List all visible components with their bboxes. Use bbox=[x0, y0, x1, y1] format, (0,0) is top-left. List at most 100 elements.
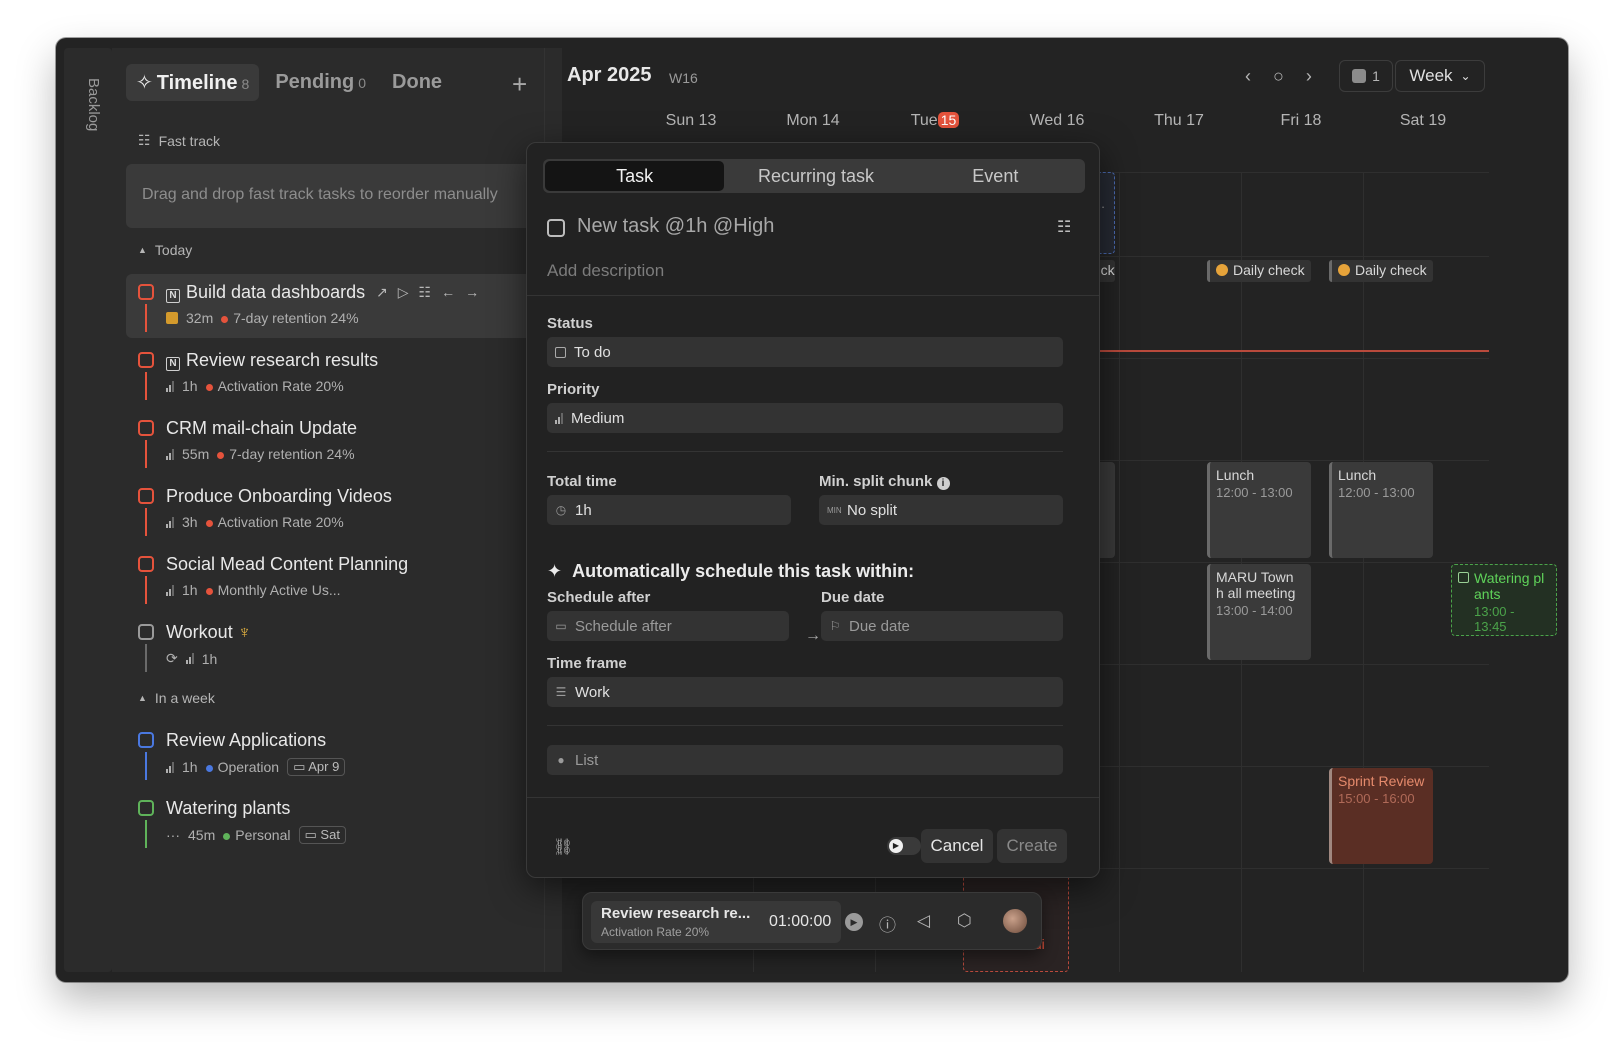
tab-event[interactable]: Event bbox=[906, 159, 1085, 193]
cancel-button[interactable]: Cancel bbox=[921, 829, 993, 863]
create-button[interactable]: Create bbox=[997, 829, 1067, 863]
chevron-right-icon[interactable]: › bbox=[1306, 66, 1312, 87]
add-task-button[interactable]: + bbox=[512, 71, 527, 97]
task-checkbox[interactable] bbox=[138, 352, 154, 368]
task-row-actions: ↗ ▷ ☷ ← → bbox=[376, 284, 479, 301]
group-week-header[interactable]: ▲ In a week bbox=[138, 690, 215, 706]
link-icon[interactable]: ⛓ bbox=[553, 837, 573, 857]
schedule-chip[interactable]: ▭ Sat bbox=[298, 826, 346, 844]
task-tag: Personal bbox=[223, 827, 291, 843]
task-item[interactable]: Workout ♆ ⟳ 1h bbox=[126, 614, 562, 678]
calendar-event[interactable]: MARU Town h all meeting 13:00 - 14:00 bbox=[1207, 564, 1311, 660]
event-title: Lunch bbox=[1338, 467, 1377, 483]
checklist-icon[interactable]: ☷ bbox=[1057, 217, 1071, 237]
time-frame-field[interactable]: ☰ Work bbox=[547, 677, 1063, 707]
min-split-field[interactable]: MIN No split bbox=[819, 495, 1063, 525]
task-rail bbox=[145, 440, 147, 468]
day-header: Wed 16 bbox=[1029, 112, 1085, 129]
backlog-rail[interactable]: Backlog bbox=[64, 48, 112, 972]
group-today-header[interactable]: ▲ Today bbox=[138, 242, 192, 258]
calendar-event[interactable]: Lunch 12:00 - 13:00 bbox=[1329, 462, 1433, 558]
task-meta: 3h Activation Rate 20% bbox=[166, 514, 344, 530]
info-icon[interactable]: i bbox=[936, 477, 950, 490]
chevron-left-icon[interactable]: ‹ bbox=[1245, 66, 1251, 87]
dot-icon: ● bbox=[557, 753, 565, 767]
task-rail bbox=[145, 304, 147, 332]
tab-pending[interactable]: Pending 0 bbox=[265, 65, 376, 100]
calendar-task-event[interactable]: Watering pl ants 13:00 - 13:45 bbox=[1451, 564, 1557, 636]
task-duration: 1h bbox=[182, 378, 198, 394]
tab-timeline[interactable]: ✧ Timeline 8 bbox=[126, 63, 260, 101]
list-field[interactable]: ● List bbox=[547, 745, 1063, 775]
tab-recurring-task[interactable]: Recurring task bbox=[726, 159, 905, 193]
active-timer[interactable]: Review research re... Activation Rate 20… bbox=[591, 901, 841, 943]
play-icon[interactable]: ▶ bbox=[845, 913, 863, 931]
status-field[interactable]: To do bbox=[547, 337, 1063, 367]
task-duration: 32m bbox=[186, 310, 214, 326]
tab-task[interactable]: Task bbox=[545, 161, 725, 191]
arrow-left-icon[interactable]: ← bbox=[441, 284, 455, 301]
caret-up-icon: ▲ bbox=[138, 693, 147, 703]
task-checkbox[interactable] bbox=[138, 800, 154, 816]
notion-icon: N bbox=[166, 357, 180, 371]
checklist-icon[interactable]: ☷ bbox=[419, 284, 432, 301]
task-item[interactable]: Social Mead Content Planning 1h Monthly … bbox=[126, 546, 562, 610]
task-checkbox[interactable] bbox=[547, 219, 565, 237]
priority-medium-icon bbox=[555, 412, 563, 424]
task-checkbox[interactable] bbox=[138, 624, 154, 640]
description-input[interactable]: Add description bbox=[547, 261, 664, 281]
due-date-field[interactable]: ⚐ Due date bbox=[821, 611, 1063, 641]
task-item[interactable]: Review Applications 1h Operation ▭ Apr 9 bbox=[126, 722, 562, 786]
calendar-month: Apr 2025 bbox=[567, 64, 652, 86]
notion-icon: N bbox=[166, 289, 180, 303]
event-title: Daily check bbox=[1355, 262, 1427, 278]
task-title-input[interactable]: New task @1h @High bbox=[577, 215, 774, 238]
view-select[interactable]: Week ⌄ bbox=[1395, 60, 1485, 92]
settings-icon[interactable]: ⬡ bbox=[957, 911, 972, 931]
view-select-value: Week bbox=[1409, 66, 1453, 85]
total-time-field[interactable]: ◷ 1h bbox=[547, 495, 791, 525]
task-checkbox[interactable] bbox=[138, 732, 154, 748]
auto-schedule-heading: ✦ Automatically schedule this task within… bbox=[547, 561, 914, 582]
weightlifter-icon: ♆ bbox=[237, 622, 252, 642]
task-tag: 7-day retention 24% bbox=[217, 446, 355, 462]
calendar-event[interactable]: Daily check bbox=[1207, 260, 1311, 282]
task-checkbox[interactable] bbox=[138, 488, 154, 504]
open-icon[interactable]: ↗ bbox=[376, 284, 388, 301]
calendar-square-icon bbox=[1352, 69, 1367, 83]
task-item[interactable]: N Build data dashboards ↗ ▷ ☷ ← → 32m 7-day r… bbox=[126, 274, 562, 338]
arrow-right-icon[interactable]: → bbox=[465, 284, 479, 301]
fast-track-dropzone[interactable]: Drag and drop fast track tasks to reorde… bbox=[126, 164, 562, 228]
schedule-chip[interactable]: ▭ Apr 9 bbox=[287, 758, 346, 776]
task-item[interactable]: Watering plants ··· 45m Personal ▭ Sat bbox=[126, 790, 562, 854]
task-checkbox[interactable] bbox=[138, 556, 154, 572]
calendar-event[interactable]: Sprint Review 15:00 - 16:00 bbox=[1329, 768, 1433, 864]
today-circle-icon[interactable]: ○ bbox=[1273, 66, 1284, 87]
event-time: 13:00 - 14:00 bbox=[1216, 603, 1293, 618]
schedule-after-field[interactable]: ▭ Schedule after bbox=[547, 611, 789, 641]
start-toggle[interactable]: ▶ bbox=[887, 837, 921, 855]
task-checkbox[interactable] bbox=[138, 420, 154, 436]
task-checkbox[interactable] bbox=[138, 284, 154, 300]
task-item[interactable]: Produce Onboarding Videos 3h Activation … bbox=[126, 478, 562, 542]
priority-field[interactable]: Medium bbox=[547, 403, 1063, 433]
calendar-event[interactable]: Lunch 12:00 - 13:00 bbox=[1207, 462, 1311, 558]
avatar[interactable] bbox=[1003, 909, 1027, 933]
day-header: Sun 13 bbox=[665, 112, 717, 129]
chevron-down-icon: ⌄ bbox=[1460, 69, 1471, 83]
event-title: Watering pl ants bbox=[1474, 570, 1545, 602]
day-header-label: Tue bbox=[910, 112, 938, 129]
event-title: Daily check bbox=[1233, 262, 1305, 278]
min-split-label: Min. split chunk bbox=[819, 473, 933, 490]
task-item[interactable]: N Review research results 1h Activation R… bbox=[126, 342, 562, 406]
timeframe-icon: ☰ bbox=[555, 685, 567, 699]
backlog-label[interactable]: Backlog bbox=[85, 78, 102, 131]
calendar-count-chip[interactable]: 1 bbox=[1339, 60, 1393, 92]
task-checkbox[interactable] bbox=[1458, 572, 1469, 583]
play-icon[interactable]: ▷ bbox=[398, 284, 409, 301]
tab-done[interactable]: Done bbox=[382, 65, 452, 100]
calendar-event[interactable]: Daily check bbox=[1329, 260, 1433, 282]
task-item[interactable]: CRM mail-chain Update 55m 7-day retentio… bbox=[126, 410, 562, 474]
megaphone-icon[interactable]: ◁ bbox=[917, 911, 930, 931]
help-icon[interactable]: ⓘ bbox=[879, 911, 896, 936]
